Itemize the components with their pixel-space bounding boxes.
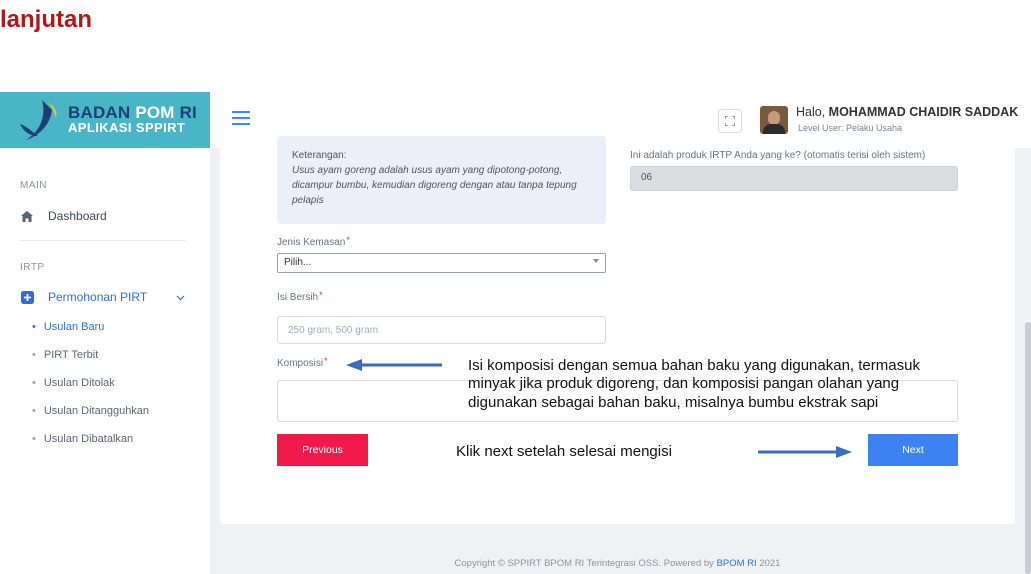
sidebar-item-usulan-dibatalkan[interactable]: Usulan Dibatalkan bbox=[32, 433, 133, 445]
avatar[interactable] bbox=[760, 106, 788, 134]
sidebar-item-pirt-terbit[interactable]: PIRT Terbit bbox=[32, 349, 98, 361]
next-button[interactable]: Next bbox=[868, 434, 958, 466]
required-mark: * bbox=[319, 290, 323, 300]
home-icon bbox=[20, 209, 34, 223]
sidebar-divider bbox=[20, 240, 186, 241]
sidebar-item-usulan-ditolak[interactable]: Usulan Ditolak bbox=[32, 377, 115, 389]
callout-line: digunakan sebagai bahan baku, misalnya b… bbox=[468, 393, 879, 411]
user-name: MOHAMMAD CHAIDIR SADDAK bbox=[828, 105, 1019, 119]
footer: Copyright © SPPIRT BPOM RI Terintegrasi … bbox=[220, 558, 1015, 569]
jenis-kemasan-value: Pilih... bbox=[284, 257, 312, 268]
required-mark: * bbox=[346, 235, 350, 245]
user-greeting[interactable]: Halo, MOHAMMAD CHAIDIR SADDAK bbox=[796, 105, 1018, 119]
menu-icon[interactable] bbox=[232, 110, 250, 126]
komposisi-pointer-arrow bbox=[346, 359, 442, 371]
produk-ke-field: 06 bbox=[630, 166, 958, 191]
brand-header[interactable]: BADAN POM RI APLIKASI SPPIRT bbox=[0, 92, 210, 148]
footer-year: 2021 bbox=[756, 558, 781, 569]
required-mark: * bbox=[324, 356, 328, 366]
komposisi-label: Komposisi* bbox=[277, 356, 328, 369]
sidebar: BADAN POM RI APLIKASI SPPIRT MAIN Dashbo… bbox=[0, 92, 210, 574]
jenis-kemasan-label-text: Jenis Kemasan bbox=[277, 237, 346, 248]
previous-button[interactable]: Previous bbox=[277, 434, 368, 466]
sidebar-item-usulan-ditangguhkan[interactable]: Usulan Ditangguhkan bbox=[32, 405, 149, 417]
sidebar-section-irtp: IRTP bbox=[20, 262, 45, 273]
komposisi-callout: Isi komposisi dengan semua bahan baku ya… bbox=[468, 357, 920, 412]
note-body: Usus ayam goreng adalah usus ayam yang d… bbox=[292, 165, 577, 206]
fullscreen-button[interactable] bbox=[718, 109, 742, 133]
product-description-note: Keterangan: Usus ayam goreng adalah usus… bbox=[277, 136, 606, 224]
caret-down-icon bbox=[593, 259, 599, 263]
isi-bersih-input[interactable] bbox=[277, 316, 606, 344]
sidebar-item-usulan-baru[interactable]: Usulan Baru bbox=[32, 321, 105, 333]
user-level: Level User: Pelaku Usaha bbox=[798, 123, 903, 133]
sidebar-section-main: MAIN bbox=[20, 180, 47, 191]
fullscreen-icon bbox=[725, 116, 735, 126]
callout-line: Isi komposisi dengan semua bahan baku ya… bbox=[468, 357, 920, 374]
produk-ke-label: Ini adalah produk IRTP Anda yang ke? (ot… bbox=[630, 150, 926, 161]
footer-link[interactable]: BPOM RI bbox=[717, 558, 757, 569]
isi-bersih-label-text: Isi Bersih bbox=[277, 292, 319, 303]
app-window: BADAN POM RI APLIKASI SPPIRT MAIN Dashbo… bbox=[0, 92, 1031, 574]
form-card: Keterangan: Usus ayam goreng adalah usus… bbox=[220, 136, 1015, 524]
next-pointer-arrow bbox=[758, 446, 852, 458]
callout-line: minyak jika produk digoreng, dan komposi… bbox=[468, 375, 900, 393]
plus-square-icon bbox=[20, 290, 34, 304]
sidebar-item-dashboard[interactable]: Dashboard bbox=[20, 209, 107, 223]
next-callout: Klik next setelah selesai mengisi bbox=[456, 443, 672, 460]
note-title: Keterangan: bbox=[292, 150, 347, 161]
jenis-kemasan-select[interactable]: Pilih... bbox=[277, 253, 606, 273]
sidebar-item-label: Dashboard bbox=[48, 209, 107, 223]
isi-bersih-label: Isi Bersih* bbox=[277, 290, 323, 303]
sidebar-group-label: Permohonan PIRT bbox=[48, 290, 148, 304]
slide-title: lanjutan bbox=[0, 6, 93, 33]
greeting-prefix: Halo, bbox=[796, 105, 829, 119]
bpom-logo-icon bbox=[20, 100, 57, 140]
chevron-down-icon bbox=[176, 290, 185, 304]
jenis-kemasan-label: Jenis Kemasan* bbox=[277, 235, 350, 248]
brand-app-name: APLIKASI SPPIRT bbox=[68, 120, 186, 135]
sidebar-group-permohonan-pirt[interactable]: Permohonan PIRT bbox=[20, 290, 200, 304]
komposisi-label-text: Komposisi bbox=[277, 358, 324, 369]
footer-text: Copyright © SPPIRT BPOM RI Terintegrasi … bbox=[454, 558, 717, 569]
scrollbar[interactable] bbox=[1025, 322, 1031, 574]
